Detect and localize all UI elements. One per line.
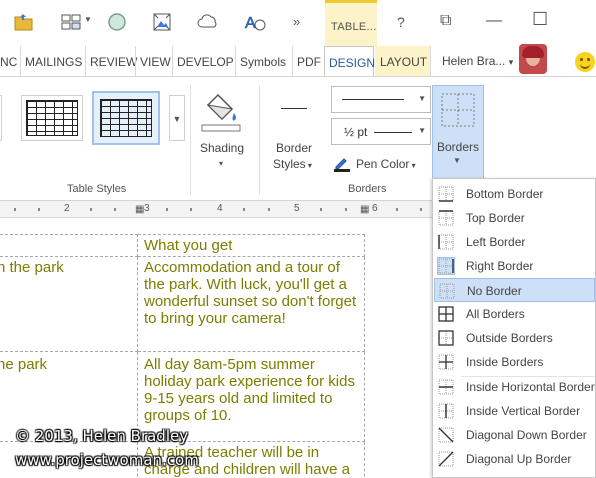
shading-label[interactable]: Shading: [199, 140, 245, 156]
inside-horizontal-border-icon: [438, 379, 454, 395]
diagonal-down-border-icon: [438, 427, 454, 443]
grid-view-dropdown-icon[interactable]: ▼: [84, 15, 92, 24]
ruler-number: 4: [217, 203, 223, 214]
feedback-smiley-icon[interactable]: [575, 52, 595, 72]
borders-button[interactable]: Borders ▼: [432, 85, 484, 179]
pen-color-label[interactable]: Pen Color ▾: [356, 156, 416, 174]
bottom-border-icon: [438, 186, 454, 202]
text-effects-icon[interactable]: A: [244, 11, 266, 33]
line-weight-combo[interactable]: ½ pt ▼: [331, 118, 431, 145]
outside-borders-icon: [438, 330, 454, 346]
table-cell[interactable]: What you get: [137, 234, 365, 257]
paint-bucket-icon[interactable]: [200, 91, 242, 133]
inside-vertical-border-icon: [438, 403, 454, 419]
ruler-number: 5: [294, 203, 300, 214]
maximize-button[interactable]: ☐: [532, 9, 548, 30]
tab-symbols[interactable]: Symbols: [235, 46, 292, 76]
right-border-icon: [437, 257, 455, 275]
menu-item-outside-borders[interactable]: Outside Borders: [434, 326, 595, 350]
table-row: n the park Accommodation and a tour of t…: [0, 256, 365, 352]
ruler-number: 2: [64, 203, 70, 214]
table-styles-group-label: Table Styles: [67, 183, 127, 195]
menu-item-right-border[interactable]: Right Border: [434, 254, 595, 278]
menu-item-all-borders[interactable]: All Borders: [434, 302, 595, 326]
border-styles-label-2[interactable]: Styles ▾: [273, 156, 312, 174]
pen-color-icon[interactable]: [333, 154, 351, 172]
menu-item-inside-horizontal-border[interactable]: Inside Horizontal Border: [434, 375, 595, 399]
ruler-column-marker[interactable]: ▦: [360, 204, 370, 215]
quick-access-toolbar: ▼ A » TABLE... ? ⧉ — ☐: [0, 0, 596, 46]
chevron-down-icon: ▼: [418, 126, 426, 135]
ruler-number: 6: [372, 203, 378, 214]
diagonal-up-border-icon: [438, 451, 454, 467]
no-border-icon: [439, 283, 455, 299]
grid-view-icon[interactable]: [60, 11, 82, 33]
table-row: What you get: [0, 234, 365, 257]
table-cell[interactable]: n the park: [0, 256, 138, 352]
table-cell[interactable]: [0, 234, 138, 257]
menu-item-diagonal-down-border[interactable]: Diagonal Down Border: [434, 423, 595, 447]
tab-design[interactable]: DESIGN: [324, 46, 375, 76]
chevron-down-icon: ▼: [418, 94, 426, 103]
horizontal-ruler[interactable]: 2 ▦ 3 4 5 ▦ 6: [0, 201, 432, 218]
shading-dropdown-icon[interactable]: ▾: [219, 159, 223, 168]
menu-item-inside-borders[interactable]: Inside Borders: [434, 350, 595, 374]
help-button[interactable]: ?: [397, 14, 405, 30]
left-border-icon: [438, 234, 454, 250]
minimize-button[interactable]: —: [486, 12, 502, 30]
ruler-number: 3: [144, 203, 150, 214]
table-style-thumb[interactable]: [21, 95, 83, 141]
avatar[interactable]: [519, 44, 547, 74]
tab-pdf[interactable]: PDF: [292, 46, 324, 76]
table-style-thumb-partial[interactable]: [0, 95, 2, 141]
picture-icon[interactable]: [151, 11, 173, 33]
chevron-down-icon: ▼: [453, 156, 461, 165]
border-style-line-icon[interactable]: [281, 108, 307, 109]
website-watermark: www.projectwoman.com: [15, 451, 199, 469]
menu-item-no-border[interactable]: No Border: [434, 278, 595, 302]
borders-grid-icon: [441, 93, 475, 127]
line-style-combo[interactable]: ▼: [331, 86, 431, 113]
tab-view[interactable]: VIEW: [135, 46, 172, 76]
ribbon-display-options-icon[interactable]: ⧉: [440, 12, 451, 30]
menu-item-diagonal-up-border[interactable]: Diagonal Up Border: [434, 447, 595, 471]
borders-group-label: Borders: [348, 183, 387, 195]
tab-review[interactable]: REVIEW: [85, 46, 137, 76]
table-styles-more-icon[interactable]: ▼: [169, 95, 185, 141]
table-tools-context-tab[interactable]: TABLE...: [325, 0, 377, 46]
open-folder-icon[interactable]: [13, 11, 35, 33]
menu-item-bottom-border[interactable]: Bottom Border: [434, 182, 595, 206]
tab-developer[interactable]: DEVELOP: [172, 46, 235, 76]
table-cell[interactable]: Accommodation and a tour of the park. Wi…: [137, 256, 365, 352]
table-style-thumb-selected[interactable]: [92, 91, 160, 145]
tab-mailings[interactable]: MAILINGS: [20, 46, 85, 76]
menu-item-left-border[interactable]: Left Border: [434, 230, 595, 254]
svg-text:A: A: [245, 15, 256, 32]
copyright-watermark: © 2013, Helen Bradley: [15, 427, 189, 445]
ruler-column-marker[interactable]: ▦: [135, 204, 145, 215]
inside-borders-icon: [438, 354, 454, 370]
tab-layout[interactable]: LAYOUT: [375, 46, 431, 76]
cloud-shape-icon[interactable]: [197, 11, 219, 33]
top-border-icon: [438, 210, 454, 226]
circle-shape-icon[interactable]: [106, 11, 128, 33]
tab-references[interactable]: NC: [0, 46, 20, 76]
user-account-name[interactable]: Helen Bra... ▾: [442, 46, 513, 76]
borders-dropdown-menu: Bottom Border Top Border Left Border Rig…: [432, 178, 596, 478]
more-commands-icon[interactable]: »: [293, 14, 300, 29]
all-borders-icon: [438, 306, 454, 322]
menu-item-top-border[interactable]: Top Border: [434, 206, 595, 230]
border-styles-label[interactable]: Border: [271, 140, 317, 156]
menu-item-inside-vertical-border[interactable]: Inside Vertical Border: [434, 399, 595, 423]
